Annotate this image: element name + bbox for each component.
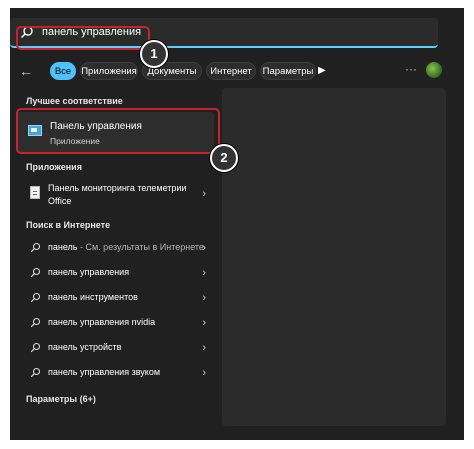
chevron-right-icon: › bbox=[202, 342, 206, 354]
search-icon bbox=[30, 267, 41, 278]
best-match-item[interactable]: Панель управления Приложение bbox=[16, 112, 214, 152]
play-icon[interactable]: ▶ bbox=[318, 64, 330, 78]
best-match-subtitle: Приложение bbox=[50, 136, 100, 146]
web-search-heading: Поиск в Интернете bbox=[26, 220, 111, 230]
web-result-item[interactable]: панель - См. результаты в Интернете › bbox=[18, 238, 214, 258]
web-result-text: панель управления звуком bbox=[48, 367, 161, 377]
step-badge-2: 2 bbox=[210, 144, 238, 172]
search-icon bbox=[30, 367, 41, 378]
chevron-right-icon: › bbox=[202, 292, 206, 304]
chevron-right-icon: › bbox=[202, 267, 206, 279]
web-result-item[interactable]: панель инструментов › bbox=[18, 288, 214, 308]
web-result-text: панель инструментов bbox=[48, 292, 138, 302]
search-box[interactable] bbox=[10, 18, 438, 48]
app-result-subtitle: Office bbox=[48, 196, 72, 206]
web-result-text: панель - См. результаты в Интернете bbox=[48, 242, 204, 252]
tab-all[interactable]: Все bbox=[50, 62, 76, 80]
chevron-right-icon: › bbox=[202, 317, 206, 329]
best-match-heading: Лучшее соответствие bbox=[26, 96, 123, 106]
web-result-text: панель устройств bbox=[48, 342, 122, 352]
web-result-text: панель управления nvidia bbox=[48, 317, 156, 327]
tab-settings[interactable]: Параметры bbox=[260, 62, 316, 80]
back-arrow-icon[interactable]: ← bbox=[16, 62, 36, 80]
app-result-title: Панель мониторинга телеметрии bbox=[48, 183, 187, 193]
step-badge-1: 1 bbox=[140, 40, 168, 68]
chevron-right-icon: › bbox=[202, 242, 206, 254]
best-match-title: Панель управления bbox=[50, 121, 142, 132]
chevron-right-icon: › bbox=[202, 367, 206, 379]
tab-web[interactable]: Интернет bbox=[206, 62, 256, 80]
apps-heading: Приложения bbox=[26, 162, 82, 172]
web-result-item[interactable]: панель управления звуком › bbox=[18, 363, 214, 383]
document-icon bbox=[30, 186, 40, 199]
more-options-icon[interactable]: ··· bbox=[402, 62, 420, 80]
preview-pane bbox=[222, 88, 446, 426]
search-icon bbox=[30, 292, 41, 303]
tab-apps[interactable]: Приложения bbox=[80, 62, 138, 80]
settings-heading: Параметры (6+) bbox=[26, 394, 96, 404]
web-result-item[interactable]: панель устройств › bbox=[18, 338, 214, 358]
web-result-item[interactable]: панель управления nvidia › bbox=[18, 313, 214, 333]
search-icon bbox=[21, 26, 33, 38]
control-panel-icon bbox=[28, 125, 42, 136]
avatar[interactable] bbox=[426, 62, 442, 78]
web-result-item[interactable]: панель управления › bbox=[18, 263, 214, 283]
search-input[interactable] bbox=[42, 23, 422, 41]
app-result-item[interactable]: Панель мониторинга телеметрии Office › bbox=[18, 180, 214, 210]
chevron-right-icon: › bbox=[202, 188, 206, 200]
search-icon bbox=[30, 317, 41, 328]
search-icon bbox=[30, 342, 41, 353]
web-result-text: панель управления bbox=[48, 267, 130, 277]
search-icon bbox=[30, 242, 41, 253]
